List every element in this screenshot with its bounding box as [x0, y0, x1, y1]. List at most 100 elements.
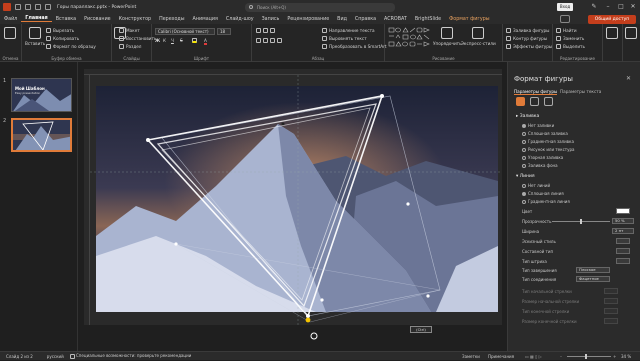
fill-line-icon[interactable]: [516, 97, 525, 106]
layout-button[interactable]: Макет: [119, 28, 140, 33]
section-button[interactable]: Раздел: [119, 44, 141, 49]
shape-effects-button[interactable]: Эффекты фигуры: [506, 44, 552, 49]
tab-brightslide[interactable]: BrightSlide: [411, 17, 445, 22]
tab-design[interactable]: Конструктор: [115, 17, 155, 22]
tab-shape-format[interactable]: Формат фигуры: [445, 17, 493, 22]
join-type-select[interactable]: Фацетное: [576, 276, 610, 282]
language-indicator[interactable]: русский: [47, 354, 64, 359]
begin-arrow-type-select[interactable]: [604, 288, 618, 294]
search-input[interactable]: Поиск (Alt+Q): [245, 3, 395, 12]
tab-insert[interactable]: Вставка: [52, 17, 80, 22]
quick-styles-button[interactable]: Экспресс-стили: [461, 27, 496, 46]
compound-type-select[interactable]: [616, 248, 630, 254]
format-painter-button[interactable]: Формат по образцу: [46, 44, 96, 49]
transparency-input[interactable]: 50 %: [612, 218, 634, 224]
close-icon[interactable]: ✕: [627, 0, 639, 14]
zoom-slider[interactable]: [567, 356, 611, 357]
fill-option[interactable]: Рисунок или текстура: [522, 147, 574, 152]
italic-button[interactable]: К: [163, 38, 166, 43]
shape-fill-button[interactable]: Заливка фигуры: [506, 28, 550, 33]
slide-thumbnail-2[interactable]: [11, 118, 72, 152]
tab-slideshow[interactable]: Слайд-шоу: [222, 17, 258, 22]
text-direction-button[interactable]: Направление текста: [322, 28, 375, 33]
line-option[interactable]: Сплошная линия: [522, 191, 564, 196]
underline-button[interactable]: Ч: [171, 38, 174, 43]
fill-option[interactable]: Узорная заливка: [522, 155, 563, 160]
line-section-header[interactable]: ▾ Линия: [516, 174, 535, 179]
fill-option[interactable]: Заливка фона: [522, 163, 558, 168]
size-properties-icon[interactable]: [544, 97, 553, 106]
find-button[interactable]: Найти: [556, 28, 577, 33]
zoom-slider-thumb[interactable]: [585, 354, 587, 359]
sketched-style-select[interactable]: [616, 238, 630, 244]
shapes-gallery[interactable]: [388, 27, 430, 49]
fill-option[interactable]: Сплошная заливка: [522, 131, 568, 136]
highlight-button[interactable]: [192, 38, 197, 43]
end-arrow-type-select[interactable]: [604, 308, 618, 314]
accessibility-status[interactable]: Специальные возможности: проверьте реком…: [69, 353, 191, 359]
undo-button[interactable]: [4, 27, 16, 41]
record-icon[interactable]: [560, 15, 570, 23]
tab-shape-options[interactable]: Параметры фигуры: [514, 89, 558, 95]
dictate-button[interactable]: [606, 27, 618, 41]
close-pane-icon[interactable]: ✕: [626, 75, 631, 82]
designer-button[interactable]: [625, 27, 637, 41]
pen-icon[interactable]: ✎: [588, 0, 600, 14]
copy-button[interactable]: Копировать: [46, 36, 79, 41]
share-button[interactable]: Общий доступ: [588, 15, 636, 24]
bullets-button[interactable]: [256, 28, 275, 33]
tab-review[interactable]: Рецензирование: [283, 17, 333, 22]
maximize-icon[interactable]: □: [615, 0, 627, 14]
slide-thumbnail-1[interactable]: Мой Шаблон Easy presentation: [11, 78, 72, 112]
align-text-button[interactable]: Выровнять текст: [322, 36, 367, 41]
end-arrow-size-select[interactable]: [604, 318, 618, 324]
align-right-icon: [270, 38, 275, 43]
font-size-select[interactable]: 18: [217, 28, 231, 35]
line-color-picker[interactable]: [616, 208, 630, 214]
line-option[interactable]: Нет линий: [522, 183, 550, 188]
tab-animations[interactable]: Анимация: [189, 17, 222, 22]
minimize-icon[interactable]: –: [602, 0, 614, 14]
cut-button[interactable]: Вырезать: [46, 28, 74, 33]
fill-option[interactable]: Градиентная заливка: [522, 139, 574, 144]
tab-file[interactable]: Файл: [0, 17, 21, 22]
rotate-handle-icon[interactable]: [310, 332, 318, 340]
tab-help[interactable]: Справка: [351, 17, 380, 22]
comments-label: Примечания: [488, 354, 515, 359]
transparency-slider-thumb[interactable]: [580, 219, 582, 224]
signin-button[interactable]: Вход: [557, 3, 573, 11]
cap-type-select[interactable]: Плоское: [576, 267, 610, 273]
slide-2[interactable]: [96, 86, 498, 312]
bold-button[interactable]: Ж: [155, 38, 160, 43]
reset-button[interactable]: Восстановить: [119, 36, 156, 41]
paste-options-tag[interactable]: (Ctrl): [410, 326, 432, 333]
strikethrough-button[interactable]: S: [180, 38, 183, 43]
font-color-button[interactable]: A: [204, 38, 207, 45]
effects-icon[interactable]: [530, 97, 539, 106]
replace-button[interactable]: Заменить: [556, 36, 584, 41]
select-button[interactable]: Выделить: [556, 44, 585, 49]
undo-icon[interactable]: [35, 4, 41, 10]
smartart-button[interactable]: Преобразовать в SmartArt: [322, 44, 387, 49]
tab-text-options[interactable]: Параметры текста: [560, 89, 601, 94]
dash-type-select[interactable]: [616, 258, 630, 264]
arrange-button[interactable]: Упорядочить: [433, 27, 462, 46]
tab-draw[interactable]: Рисование: [80, 17, 115, 22]
save-icon[interactable]: [25, 4, 31, 10]
tab-acrobat[interactable]: ACROBAT: [380, 17, 411, 22]
font-name-select[interactable]: Calibri (Основной текст): [155, 28, 215, 35]
shape-outline-button[interactable]: Контур фигуры: [506, 36, 547, 41]
autosave-icon[interactable]: [15, 4, 21, 10]
fill-option[interactable]: Нет заливки: [522, 123, 554, 128]
begin-arrow-size-select[interactable]: [604, 298, 618, 304]
tab-transitions[interactable]: Переходы: [155, 17, 188, 22]
tab-view[interactable]: Вид: [333, 17, 351, 22]
align-buttons[interactable]: [256, 38, 282, 43]
fill-section-header[interactable]: ▸ Заливка: [516, 114, 539, 119]
paste-button[interactable]: Вставить: [25, 27, 45, 46]
redo-icon[interactable]: [45, 4, 51, 10]
tab-home[interactable]: Главная: [21, 16, 52, 22]
tab-record[interactable]: Запись: [258, 17, 284, 22]
line-option[interactable]: Градиентная линия: [522, 199, 570, 204]
width-input[interactable]: 2 пт: [612, 228, 634, 234]
